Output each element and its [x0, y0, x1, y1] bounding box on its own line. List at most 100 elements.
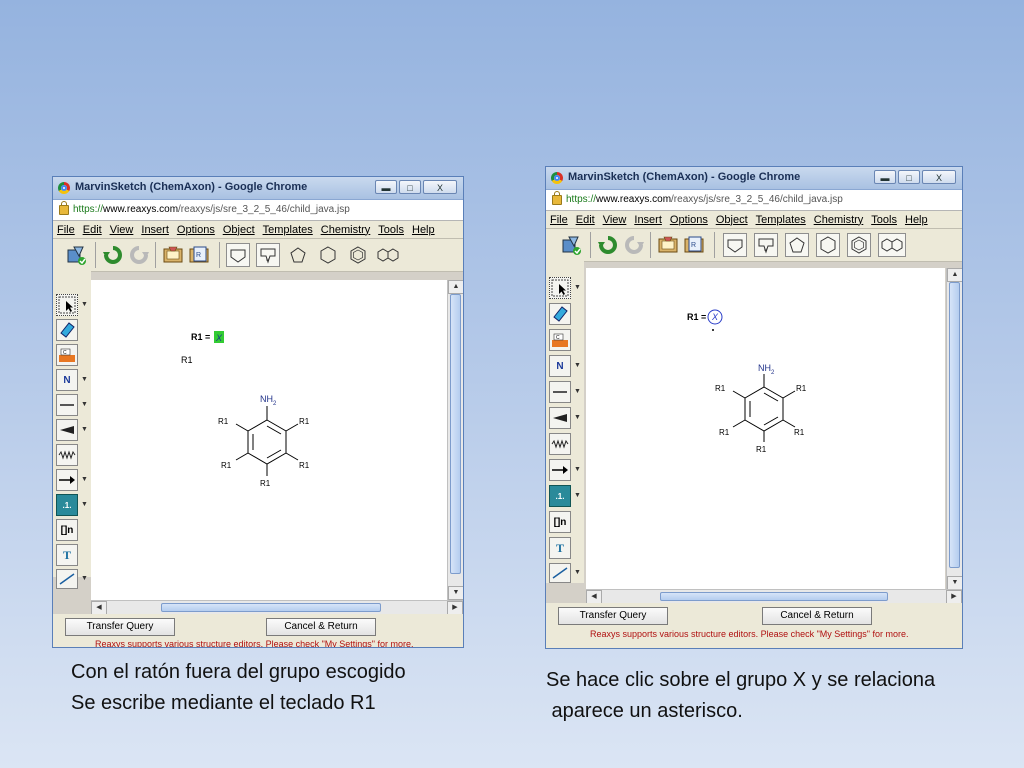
maximize-button[interactable]: □	[898, 170, 920, 184]
periodic-table-tool[interactable]: C	[549, 329, 571, 351]
menu-templates[interactable]: Templates	[263, 224, 313, 236]
template-cyclopentane[interactable]	[785, 233, 809, 257]
select-tool[interactable]	[549, 277, 571, 299]
menu-templates[interactable]: Templates	[756, 214, 806, 226]
scroll-down-button[interactable]: ▼	[448, 586, 463, 600]
line-tool[interactable]	[549, 563, 571, 583]
menu-tools[interactable]: Tools	[378, 224, 404, 236]
menu-edit[interactable]: Edit	[83, 224, 102, 236]
rgroup-tool[interactable]: .1.	[549, 485, 571, 507]
template-cyclohexane[interactable]	[316, 243, 340, 267]
template-naphthalene[interactable]	[376, 243, 400, 267]
atom-n-tool[interactable]: N	[56, 369, 78, 391]
scroll-left-button[interactable]: ◀	[91, 601, 107, 615]
template-naphthalene[interactable]	[878, 233, 906, 257]
horizontal-scroll-thumb[interactable]	[161, 603, 381, 612]
wavy-bond-tool[interactable]	[549, 433, 571, 455]
sketch-canvas[interactable]: R1 = X NH2 R1 R1 R1 R1 R1	[586, 268, 945, 589]
horizontal-scrollbar[interactable]: ◀ ▶	[586, 589, 962, 604]
menu-help[interactable]: Help	[905, 214, 928, 226]
address-bar[interactable]: https://www.reaxys.com/reaxys/js/sre_3_2…	[53, 200, 463, 221]
text-tool[interactable]: T	[549, 537, 571, 559]
maximize-button[interactable]: □	[399, 180, 421, 194]
single-bond-tool[interactable]	[549, 381, 571, 403]
paste-button[interactable]: R	[187, 243, 211, 267]
scroll-right-button[interactable]: ▶	[447, 601, 463, 615]
menu-file[interactable]: File	[57, 224, 75, 236]
scroll-up-button[interactable]: ▲	[947, 268, 962, 282]
template-cyclopropane[interactable]	[723, 233, 747, 257]
vertical-scroll-thumb[interactable]	[450, 294, 461, 574]
wedge-bond-tool[interactable]	[56, 419, 78, 441]
vertical-scrollbar[interactable]: ▲ ▼	[447, 280, 463, 600]
import-button[interactable]	[161, 243, 185, 267]
menu-chemistry[interactable]: Chemistry	[321, 224, 371, 236]
cancel-return-button[interactable]: Cancel & Return	[266, 618, 376, 636]
menu-options[interactable]: Options	[177, 224, 215, 236]
atom-n-tool[interactable]: N	[549, 355, 571, 377]
arrow-tool[interactable]	[56, 469, 78, 491]
transfer-query-button[interactable]: Transfer Query	[558, 607, 668, 625]
template-cyclobutane[interactable]: N	[754, 233, 778, 257]
bracket-tool[interactable]: []n	[549, 511, 571, 533]
redo-button[interactable]	[622, 233, 646, 257]
template-cyclopropane[interactable]	[226, 243, 250, 267]
minimize-button[interactable]: ▬	[874, 170, 896, 184]
horizontal-scrollbar[interactable]: ◀ ▶	[91, 600, 463, 615]
single-bond-tool[interactable]	[56, 394, 78, 416]
eraser-tool[interactable]	[549, 303, 571, 325]
text-tool[interactable]: T	[56, 544, 78, 566]
scroll-right-button[interactable]: ▶	[946, 590, 962, 604]
undo-button[interactable]	[596, 233, 620, 257]
clean-button[interactable]	[65, 243, 89, 267]
title-bar[interactable]: MarvinSketch (ChemAxon) - Google Chrome …	[546, 167, 962, 190]
scroll-left-button[interactable]: ◀	[586, 590, 602, 604]
transfer-query-button[interactable]: Transfer Query	[65, 618, 175, 636]
template-cyclohexane[interactable]	[816, 233, 840, 257]
wavy-bond-tool[interactable]	[56, 444, 78, 466]
menu-object[interactable]: Object	[716, 214, 748, 226]
wedge-bond-tool[interactable]	[549, 407, 571, 429]
paste-button[interactable]: R	[682, 233, 706, 257]
menu-options[interactable]: Options	[670, 214, 708, 226]
template-benzene[interactable]	[346, 243, 370, 267]
select-tool[interactable]	[56, 294, 78, 316]
scroll-up-button[interactable]: ▲	[448, 280, 463, 294]
menu-tools[interactable]: Tools	[871, 214, 897, 226]
menu-help[interactable]: Help	[412, 224, 435, 236]
redo-button[interactable]	[127, 243, 151, 267]
clean-button[interactable]	[560, 233, 584, 257]
template-cyclopentane[interactable]	[286, 243, 310, 267]
periodic-table-tool[interactable]: C	[56, 344, 78, 366]
sketch-canvas[interactable]: R1 = X R1 NH2 R1 R1 R1 R1 R1	[91, 280, 447, 600]
import-button[interactable]	[656, 233, 680, 257]
close-button[interactable]: X	[423, 180, 457, 194]
rgroup-tool[interactable]: .1.	[56, 494, 78, 516]
vertical-scroll-thumb[interactable]	[949, 282, 960, 568]
line-tool[interactable]	[56, 569, 78, 589]
cancel-return-button[interactable]: Cancel & Return	[762, 607, 872, 625]
paste-icon: R	[684, 236, 704, 253]
eraser-tool[interactable]	[56, 319, 78, 341]
molecule-drawing: R1 = X NH2 R1 R1 R1 R1 R1	[687, 309, 807, 454]
vertical-scrollbar[interactable]: ▲ ▼	[946, 268, 962, 590]
horizontal-scroll-thumb[interactable]	[660, 592, 888, 601]
menu-file[interactable]: File	[550, 214, 568, 226]
bracket-tool[interactable]: []n	[56, 519, 78, 541]
address-bar[interactable]: https://www.reaxys.com/reaxys/js/sre_3_2…	[546, 190, 962, 211]
undo-button[interactable]	[101, 243, 125, 267]
menu-chemistry[interactable]: Chemistry	[814, 214, 864, 226]
close-button[interactable]: X	[922, 170, 956, 184]
title-bar[interactable]: MarvinSketch (ChemAxon) - Google Chrome …	[53, 177, 463, 200]
menu-object[interactable]: Object	[223, 224, 255, 236]
arrow-tool[interactable]	[549, 459, 571, 481]
menu-edit[interactable]: Edit	[576, 214, 595, 226]
menu-view[interactable]: View	[110, 224, 134, 236]
menu-insert[interactable]: Insert	[634, 214, 662, 226]
menu-insert[interactable]: Insert	[141, 224, 169, 236]
template-benzene[interactable]	[847, 233, 871, 257]
scroll-down-button[interactable]: ▼	[947, 576, 962, 590]
menu-view[interactable]: View	[603, 214, 627, 226]
minimize-button[interactable]: ▬	[375, 180, 397, 194]
template-cyclobutane[interactable]: N	[256, 243, 280, 267]
